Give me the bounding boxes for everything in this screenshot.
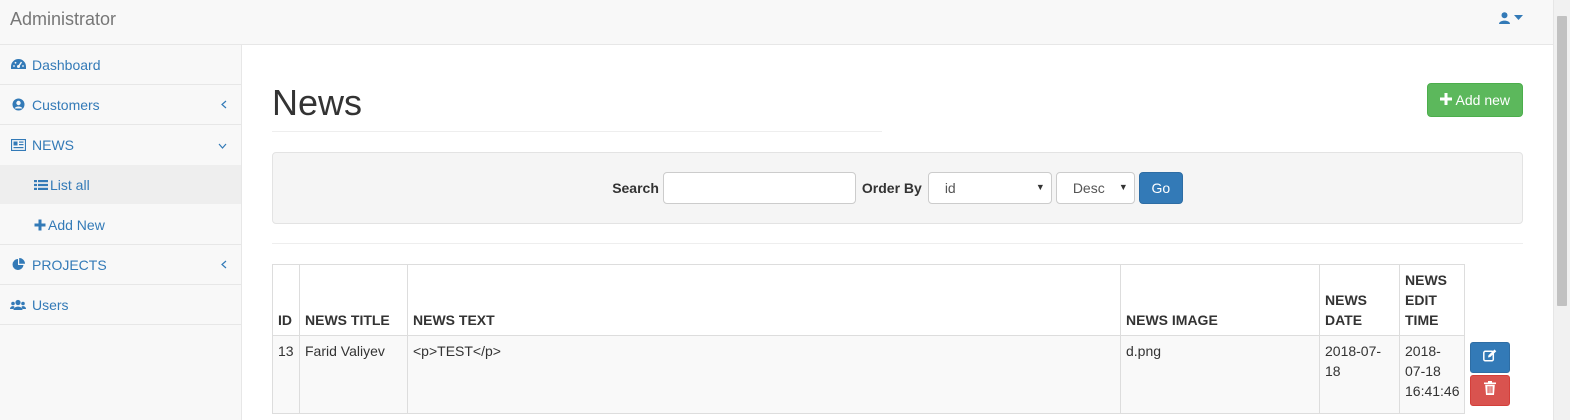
cell-id: 13	[272, 335, 300, 414]
column-header-title[interactable]: NEWS TITLE	[299, 264, 408, 336]
delete-button[interactable]	[1470, 374, 1511, 406]
page-header: News	[272, 83, 882, 132]
trash-icon	[1484, 380, 1497, 400]
column-header-date[interactable]: NEWS DATE	[1319, 264, 1400, 336]
sidebar-item-label: Users	[32, 296, 69, 313]
table-header-row: ID NEWS TITLE NEWS TEXT NEWS IMAGE NEWS …	[272, 264, 1516, 336]
order-direction-select[interactable]: Desc ▼	[1055, 172, 1135, 204]
order-direction-value: Desc	[1072, 180, 1105, 196]
cell-actions	[1464, 335, 1516, 414]
news-table: ID NEWS TITLE NEWS TEXT NEWS IMAGE NEWS …	[272, 264, 1516, 414]
go-button[interactable]: Go	[1138, 172, 1183, 204]
column-header-id[interactable]: ID	[272, 264, 300, 336]
order-by-label: Order By	[861, 180, 922, 196]
column-header-actions	[1465, 265, 1516, 336]
divider	[272, 243, 1523, 244]
column-header-image[interactable]: NEWS IMAGE	[1120, 264, 1320, 336]
sidebar-subitem-add-new[interactable]: Add New	[0, 205, 241, 245]
sidebar-item-label: Customers	[32, 96, 100, 113]
dashboard-icon	[10, 57, 26, 73]
table-row[interactable]: 13 Farid Valiyev <p>TEST</p> d.png 2018-…	[272, 335, 1516, 414]
sidebar-item-dashboard[interactable]: Dashboard	[0, 45, 241, 85]
column-header-edit-time[interactable]: NEWS EDIT TIME	[1398, 264, 1466, 336]
search-label: Search	[612, 180, 659, 196]
chevron-left-icon	[221, 98, 227, 112]
cell-date: 2018-07-18	[1319, 335, 1400, 414]
add-new-label: Add new	[1455, 92, 1510, 108]
edit-icon	[1483, 347, 1497, 367]
dropdown-arrow-icon: ▼	[1118, 182, 1128, 192]
sidebar-subitem-list-all[interactable]: List all	[0, 165, 241, 205]
cell-title: Farid Valiyev	[299, 335, 408, 414]
user-icon	[1499, 12, 1510, 24]
search-panel: Search Order By id ▼ Desc ▼ Go	[272, 152, 1523, 224]
sidebar-subitem-label: Add New	[48, 216, 105, 233]
cell-text: <p>TEST</p>	[407, 335, 1121, 414]
scrollbar-thumb[interactable]	[1557, 16, 1567, 306]
cell-edit-time: 2018-07-18 16:41:46	[1398, 335, 1466, 414]
chevron-down-icon	[218, 138, 227, 152]
brand-title[interactable]: Administrator	[10, 9, 116, 30]
plus-icon	[34, 219, 46, 231]
cell-image: d.png	[1120, 335, 1320, 414]
column-header-text[interactable]: NEWS TEXT	[407, 264, 1121, 336]
sidebar: Dashboard Customers NEWS List all Add Ne…	[0, 45, 242, 420]
page-title: News	[272, 82, 363, 123]
chevron-left-icon	[221, 258, 227, 272]
dropdown-arrow-icon: ▼	[1035, 182, 1045, 192]
sidebar-subitem-label: List all	[50, 176, 90, 193]
order-field-value: id	[944, 180, 956, 196]
plus-icon	[1439, 92, 1452, 108]
users-icon	[10, 297, 26, 313]
sidebar-item-label: Dashboard	[32, 56, 101, 73]
sidebar-item-label: NEWS	[32, 137, 74, 153]
sidebar-item-customers[interactable]: Customers	[0, 85, 241, 125]
chevron-down-icon	[1514, 15, 1523, 21]
user-circle-icon	[10, 97, 26, 113]
user-menu[interactable]	[1499, 12, 1523, 24]
sidebar-item-projects[interactable]: PROJECTS	[0, 245, 241, 285]
sidebar-item-label: PROJECTS	[32, 256, 107, 273]
edit-button[interactable]	[1470, 341, 1511, 373]
sidebar-item-users[interactable]: Users	[0, 285, 241, 325]
order-field-select[interactable]: id ▼	[927, 172, 1052, 204]
pie-chart-icon	[10, 257, 26, 273]
sidebar-item-news[interactable]: NEWS	[0, 125, 241, 165]
list-icon	[34, 179, 48, 191]
add-new-button[interactable]: Add new	[1426, 83, 1523, 117]
search-input[interactable]	[662, 172, 856, 204]
newspaper-icon	[10, 137, 26, 153]
top-navbar: Administrator	[0, 0, 1553, 45]
page-scrollbar[interactable]	[1553, 0, 1570, 420]
